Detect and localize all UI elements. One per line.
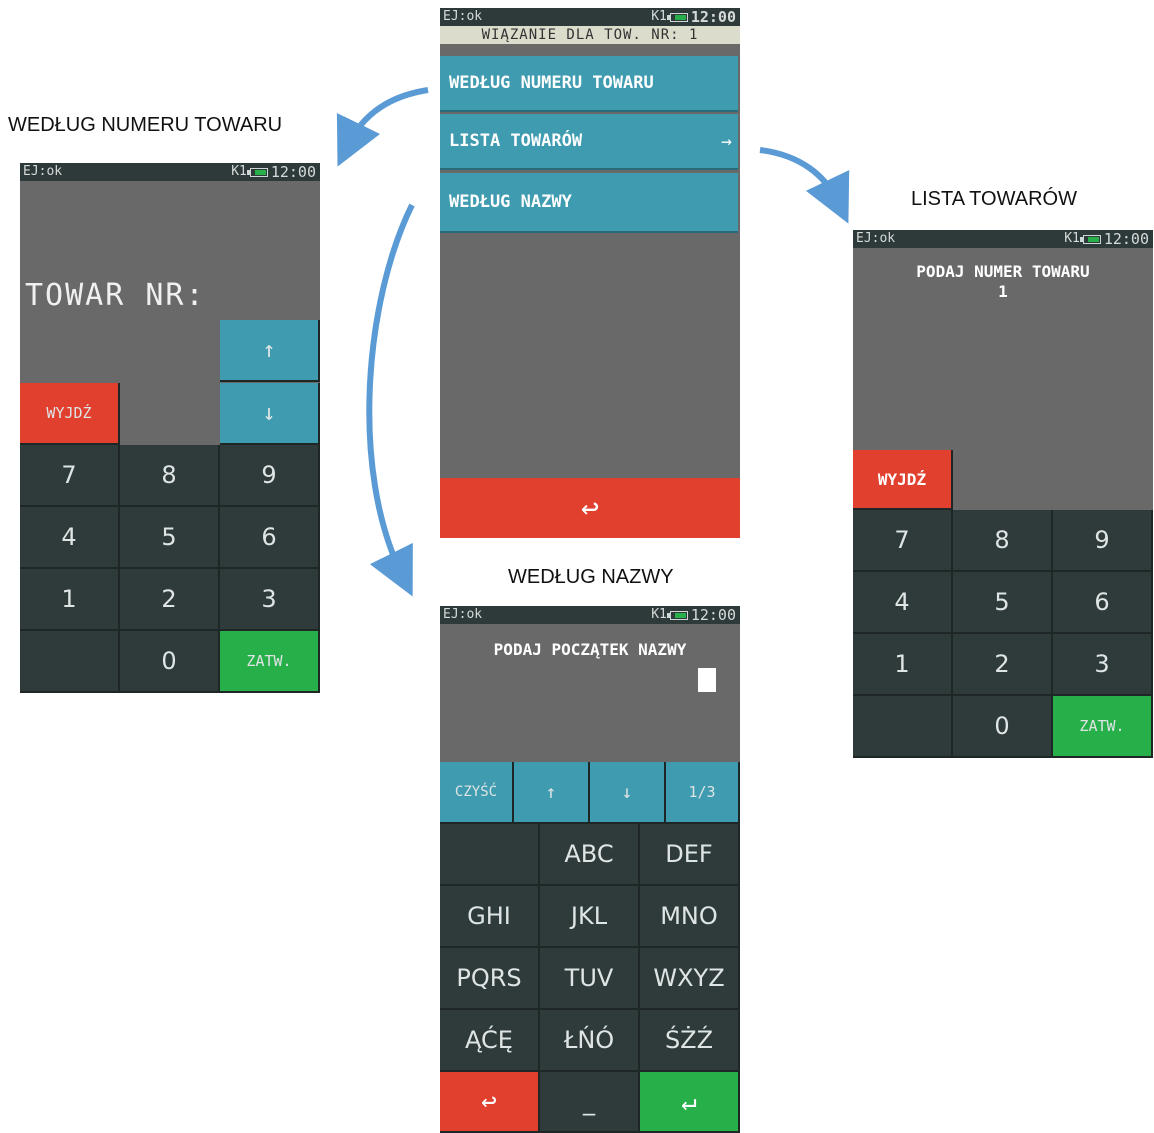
key-ghi[interactable]: GHI bbox=[440, 886, 540, 948]
key-blank[interactable] bbox=[20, 631, 120, 693]
arrow-to-list bbox=[759, 147, 850, 224]
exit-button[interactable]: WYJDŹ bbox=[20, 383, 120, 445]
prompt-text: PODAJ NUMER TOWARU bbox=[916, 262, 1090, 281]
down-arrow-icon: ↓ bbox=[262, 400, 276, 426]
down-arrow-icon: ↓ bbox=[621, 781, 633, 803]
key-8[interactable]: 8 bbox=[953, 510, 1053, 572]
key-tuv[interactable]: TUV bbox=[540, 948, 640, 1010]
name-search-screen: EJ:ok K1 12:00 PODAJ POCZĄTEK NAZWY CZYŚĆ… bbox=[440, 606, 740, 1133]
key-lno-diacritics[interactable]: ŁŃÓ bbox=[540, 1010, 640, 1072]
key-ace-diacritics[interactable]: ĄĆĘ bbox=[440, 1010, 540, 1072]
key-3[interactable]: 3 bbox=[1053, 634, 1153, 696]
key-1[interactable]: 1 bbox=[20, 569, 120, 631]
space-key[interactable]: _ bbox=[540, 1072, 640, 1133]
register-label: K1 bbox=[651, 607, 667, 622]
caption-numeric-mode: WEDŁUG NUMERU TOWARU bbox=[8, 114, 283, 136]
arrow-right-icon: → bbox=[721, 130, 732, 152]
key-7[interactable]: 7 bbox=[853, 510, 953, 572]
back-button[interactable]: ↩ bbox=[440, 1072, 540, 1133]
back-icon: ↩ bbox=[580, 490, 600, 526]
menu-item-by-name[interactable]: WEDŁUG NAZWY bbox=[440, 173, 738, 233]
key-blank[interactable] bbox=[440, 824, 540, 886]
product-list-screen: EJ:ok K1 12:00 PODAJ NUMER TOWARU 1 WYJDŹ… bbox=[853, 230, 1153, 758]
scroll-up-button[interactable]: ↑ bbox=[220, 320, 320, 382]
page-indicator-button[interactable]: 1/3 bbox=[666, 762, 740, 824]
menu-item-product-list[interactable]: LISTA TOWARÓW → bbox=[440, 114, 738, 170]
clock: 12:00 bbox=[690, 8, 736, 26]
status-bar: EJ:ok K1 12:00 bbox=[440, 606, 740, 624]
caption-list-mode: LISTA TOWARÓW bbox=[911, 188, 1077, 210]
battery-icon bbox=[666, 610, 688, 620]
scroll-down-button[interactable]: ↓ bbox=[220, 383, 320, 445]
arrow-to-numeric bbox=[336, 87, 429, 167]
key-9[interactable]: 9 bbox=[220, 445, 320, 507]
key-jkl[interactable]: JKL bbox=[540, 886, 640, 948]
scroll-down-button[interactable]: ↓ bbox=[590, 762, 666, 824]
status-bar: EJ:ok K1 12:00 bbox=[440, 8, 740, 26]
ej-status: EJ:ok bbox=[23, 164, 63, 179]
key-wxyz[interactable]: WXYZ bbox=[640, 948, 740, 1010]
menu-item-by-number[interactable]: WEDŁUG NUMERU TOWARU bbox=[440, 56, 738, 112]
key-7[interactable]: 7 bbox=[20, 445, 120, 507]
key-1[interactable]: 1 bbox=[853, 634, 953, 696]
register-label: K1 bbox=[1064, 231, 1080, 246]
clock: 12:00 bbox=[690, 606, 736, 624]
battery-icon bbox=[1079, 234, 1101, 244]
key-abc[interactable]: ABC bbox=[540, 824, 640, 886]
status-bar: EJ:ok K1 12:00 bbox=[853, 230, 1153, 248]
enter-icon: ↵ bbox=[681, 1086, 697, 1117]
key-3[interactable]: 3 bbox=[220, 569, 320, 631]
scroll-up-button[interactable]: ↑ bbox=[514, 762, 590, 824]
key-szz-diacritics[interactable]: ŚŻŹ bbox=[640, 1010, 740, 1072]
confirm-button[interactable]: ZATW. bbox=[220, 631, 320, 693]
key-9[interactable]: 9 bbox=[1053, 510, 1153, 572]
prompt-text: PODAJ POCZĄTEK NAZWY bbox=[493, 640, 687, 659]
confirm-button[interactable]: ZATW. bbox=[1053, 696, 1153, 758]
battery-icon bbox=[246, 167, 268, 177]
up-arrow-icon: ↑ bbox=[545, 781, 557, 803]
status-bar: EJ:ok K1 12:00 bbox=[20, 163, 320, 181]
key-6[interactable]: 6 bbox=[1053, 572, 1153, 634]
product-number-value: 1 bbox=[998, 282, 1008, 301]
enter-button[interactable]: ↵ bbox=[640, 1072, 740, 1133]
numeric-entry-screen: EJ:ok K1 12:00 TOWAR NR: ↑ WYJDŹ ↓ 7 8 9 … bbox=[20, 163, 320, 693]
key-5[interactable]: 5 bbox=[120, 507, 220, 569]
key-2[interactable]: 2 bbox=[120, 569, 220, 631]
key-mno[interactable]: MNO bbox=[640, 886, 740, 948]
ej-status: EJ:ok bbox=[443, 9, 483, 24]
key-4[interactable]: 4 bbox=[20, 507, 120, 569]
menu-header: WIĄZANIE DLA TOW. NR: 1 bbox=[440, 26, 740, 44]
text-cursor bbox=[698, 668, 716, 692]
key-6[interactable]: 6 bbox=[220, 507, 320, 569]
key-0[interactable]: 0 bbox=[953, 696, 1053, 758]
key-blank[interactable] bbox=[853, 696, 953, 758]
key-4[interactable]: 4 bbox=[853, 572, 953, 634]
up-arrow-icon: ↑ bbox=[262, 337, 276, 363]
main-menu-screen: EJ:ok K1 12:00 WIĄZANIE DLA TOW. NR: 1 WE… bbox=[440, 8, 740, 538]
key-pqrs[interactable]: PQRS bbox=[440, 948, 540, 1010]
caption-name-mode: WEDŁUG NAZWY bbox=[508, 566, 674, 588]
back-icon: ↩ bbox=[481, 1086, 497, 1117]
key-0[interactable]: 0 bbox=[120, 631, 220, 693]
key-def[interactable]: DEF bbox=[640, 824, 740, 886]
register-label: K1 bbox=[651, 9, 667, 24]
battery-icon bbox=[666, 12, 688, 22]
key-8[interactable]: 8 bbox=[120, 445, 220, 507]
key-2[interactable]: 2 bbox=[953, 634, 1053, 696]
clock: 12:00 bbox=[1103, 230, 1149, 248]
back-button[interactable]: ↩ bbox=[440, 478, 740, 538]
product-number-label: TOWAR NR: bbox=[25, 278, 206, 313]
arrow-to-name bbox=[366, 203, 415, 597]
ej-status: EJ:ok bbox=[443, 607, 483, 622]
clock: 12:00 bbox=[270, 163, 316, 181]
register-label: K1 bbox=[231, 164, 247, 179]
exit-button[interactable]: WYJDŹ bbox=[853, 450, 953, 510]
clear-button[interactable]: CZYŚĆ bbox=[440, 762, 514, 824]
key-5[interactable]: 5 bbox=[953, 572, 1053, 634]
ej-status: EJ:ok bbox=[856, 231, 896, 246]
